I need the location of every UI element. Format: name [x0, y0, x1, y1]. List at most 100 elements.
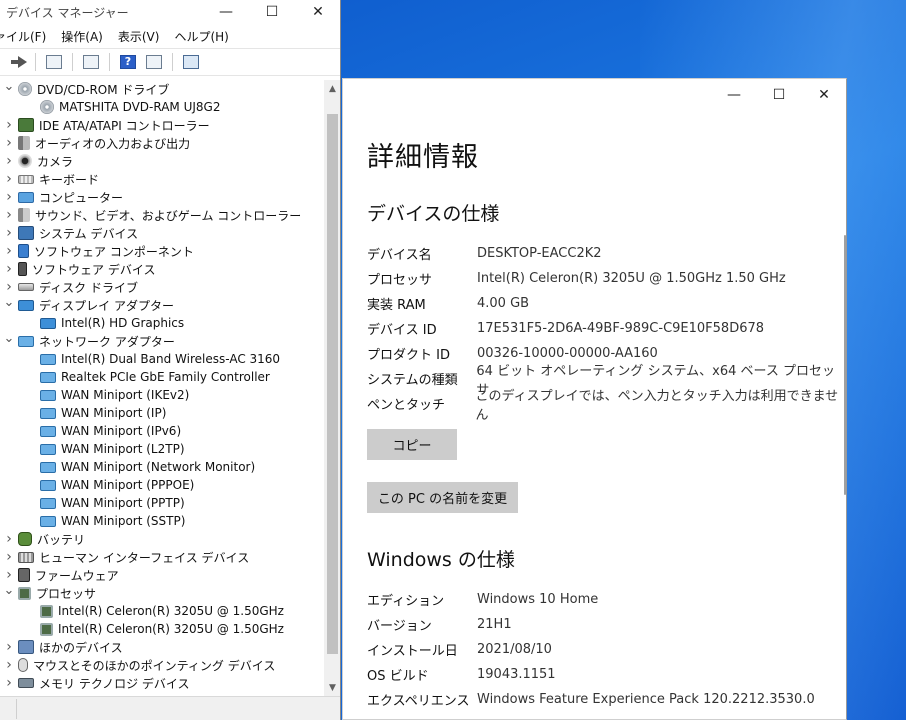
system-icon [18, 226, 34, 240]
battery-icon [18, 532, 32, 546]
tree-category[interactable]: › ほかのデバイス [0, 638, 324, 656]
maximize-button[interactable]: ☐ [756, 83, 802, 107]
tree-device[interactable]: WAN Miniport (PPTP) [0, 494, 324, 512]
tree-device-label: Intel(R) HD Graphics [61, 316, 185, 330]
tree-device[interactable]: WAN Miniport (SSTP) [0, 512, 324, 530]
menu-file[interactable]: ァイル(F) [0, 28, 54, 45]
spec-label: プロセッサ [367, 273, 433, 288]
scroll-thumb[interactable] [327, 114, 338, 654]
chevron-right-icon[interactable]: › [0, 279, 18, 295]
chevron-right-icon[interactable]: › [0, 261, 18, 277]
tree-category[interactable]: ⌄ ディスプレイ アダプター [0, 295, 324, 314]
chevron-right-icon[interactable]: › [0, 207, 18, 223]
scan-hardware-button[interactable] [180, 51, 202, 73]
tree-category[interactable]: › ソフトウェア デバイス [0, 260, 324, 278]
tree-category-label: ソフトウェア コンポーネント [34, 244, 194, 259]
forward-button[interactable] [6, 51, 28, 73]
close-button[interactable]: ✕ [801, 83, 846, 107]
audio-icon [18, 136, 30, 150]
tree-category[interactable]: › IDE ATA/ATAPI コントローラー [0, 116, 324, 134]
chevron-right-icon[interactable]: › [0, 657, 18, 673]
chevron-right-icon[interactable]: › [0, 243, 18, 259]
tree-category[interactable]: › サウンド、ビデオ、およびゲーム コントローラー [0, 206, 324, 224]
help-button[interactable]: ? [117, 51, 139, 73]
tree-device[interactable]: Intel(R) HD Graphics [0, 314, 324, 332]
chevron-right-icon[interactable]: › [0, 549, 18, 565]
tree-category-label: ディスク ドライブ [39, 280, 138, 295]
chevron-right-icon[interactable]: › [0, 189, 18, 205]
tree-category[interactable]: › メモリ テクノロジ デバイス [0, 674, 324, 692]
tree-device[interactable]: Intel(R) Celeron(R) 3205U @ 1.50GHz [0, 602, 324, 620]
tree-category[interactable]: › ディスク ドライブ [0, 278, 324, 296]
tree-device[interactable]: WAN Miniport (IKEv2) [0, 386, 324, 404]
copy-button[interactable]: コピー [367, 429, 457, 460]
view-button[interactable] [143, 51, 165, 73]
tree-category-label: ソフトウェア デバイス [32, 262, 156, 277]
tree-device[interactable]: Realtek PCIe GbE Family Controller [0, 368, 324, 386]
tree-device[interactable]: Intel(R) Celeron(R) 3205U @ 1.50GHz [0, 620, 324, 638]
network-icon [40, 515, 56, 527]
tree-category[interactable]: › ファームウェア [0, 566, 324, 584]
chevron-right-icon[interactable]: › [0, 225, 18, 241]
chevron-right-icon[interactable]: › [0, 675, 18, 691]
tree-device[interactable]: MATSHITA DVD-RAM UJ8G2 [0, 98, 324, 116]
toolbar-separator [35, 53, 36, 71]
spec-value: 21H1 [477, 617, 512, 632]
maximize-button[interactable]: ☐ [249, 0, 295, 24]
chevron-down-icon[interactable]: ⌄ [0, 583, 18, 598]
ide-icon [18, 118, 34, 132]
tree-category[interactable]: › バッテリ [0, 530, 324, 548]
tree-category[interactable]: ⌄ DVD/CD-ROM ドライブ [0, 80, 324, 98]
tree-category[interactable]: › ソフトウェア コンポーネント [0, 242, 324, 260]
spec-value: 4.00 GB [477, 296, 530, 311]
spec-label: システムの種類 [367, 373, 458, 388]
chevron-right-icon[interactable]: › [0, 639, 18, 655]
menu-help[interactable]: ヘルプ(H) [174, 28, 236, 45]
tree-device[interactable]: WAN Miniport (Network Monitor) [0, 458, 324, 476]
tree-category[interactable]: › オーディオの入力および出力 [0, 134, 324, 152]
chevron-right-icon[interactable]: › [0, 135, 18, 151]
tree-category[interactable]: › カメラ [0, 152, 324, 170]
about-scrollbar[interactable] [844, 235, 846, 495]
minimize-button[interactable]: — [203, 0, 249, 24]
tree-device-label: WAN Miniport (IKEv2) [61, 388, 190, 402]
tree-category-label: バッテリ [37, 532, 86, 547]
scroll-down-arrow-icon[interactable]: ▼ [324, 679, 340, 696]
minimize-button[interactable]: — [711, 83, 757, 107]
tree-device-label: WAN Miniport (IPv6) [61, 424, 182, 438]
tree-category[interactable]: › ヒューマン インターフェイス デバイス [0, 548, 324, 566]
tree-scrollbar[interactable]: ▲ ▼ [324, 80, 340, 696]
rename-pc-button[interactable]: この PC の名前を変更 [367, 482, 518, 513]
tree-device-label: WAN Miniport (SSTP) [61, 514, 186, 528]
tree-category[interactable]: ⌄ ネットワーク アダプター [0, 331, 324, 350]
tree-category[interactable]: › マウスとそのほかのポインティング デバイス [0, 656, 324, 674]
tree-category[interactable]: › システム デバイス [0, 224, 324, 242]
tree-device[interactable]: WAN Miniport (IP) [0, 404, 324, 422]
spec-value: Intel(R) Celeron(R) 3205U @ 1.50GHz 1.50… [477, 271, 786, 286]
tree-device[interactable]: WAN Miniport (L2TP) [0, 440, 324, 458]
tree-device[interactable]: WAN Miniport (IPv6) [0, 422, 324, 440]
close-button[interactable]: ✕ [295, 0, 340, 24]
tree-category-label: プロセッサ [36, 586, 97, 601]
tree-device[interactable]: Intel(R) Dual Band Wireless-AC 3160 [0, 350, 324, 368]
menu-action[interactable]: 操作(A) [61, 28, 111, 45]
menu-view[interactable]: 表示(V) [118, 28, 168, 45]
chevron-right-icon[interactable]: › [0, 171, 18, 187]
chevron-down-icon[interactable]: ⌄ [0, 295, 18, 310]
memory-icon [18, 678, 34, 688]
chevron-right-icon[interactable]: › [0, 153, 18, 169]
properties-button[interactable] [43, 51, 65, 73]
scroll-up-arrow-icon[interactable]: ▲ [324, 80, 340, 97]
chevron-down-icon[interactable]: ⌄ [0, 80, 18, 94]
chevron-right-icon[interactable]: › [0, 531, 18, 547]
tree-category[interactable]: ⌄ プロセッサ [0, 583, 324, 602]
tree-category[interactable]: › コンピューター [0, 188, 324, 206]
tree-category[interactable]: › キーボード [0, 170, 324, 188]
camera-icon [18, 154, 32, 168]
chevron-right-icon[interactable]: › [0, 117, 18, 133]
chevron-right-icon[interactable]: › [0, 567, 18, 583]
tree-device[interactable]: WAN Miniport (PPPOE) [0, 476, 324, 494]
chevron-down-icon[interactable]: ⌄ [0, 331, 18, 346]
sound-icon [18, 208, 30, 222]
update-driver-button[interactable] [80, 51, 102, 73]
